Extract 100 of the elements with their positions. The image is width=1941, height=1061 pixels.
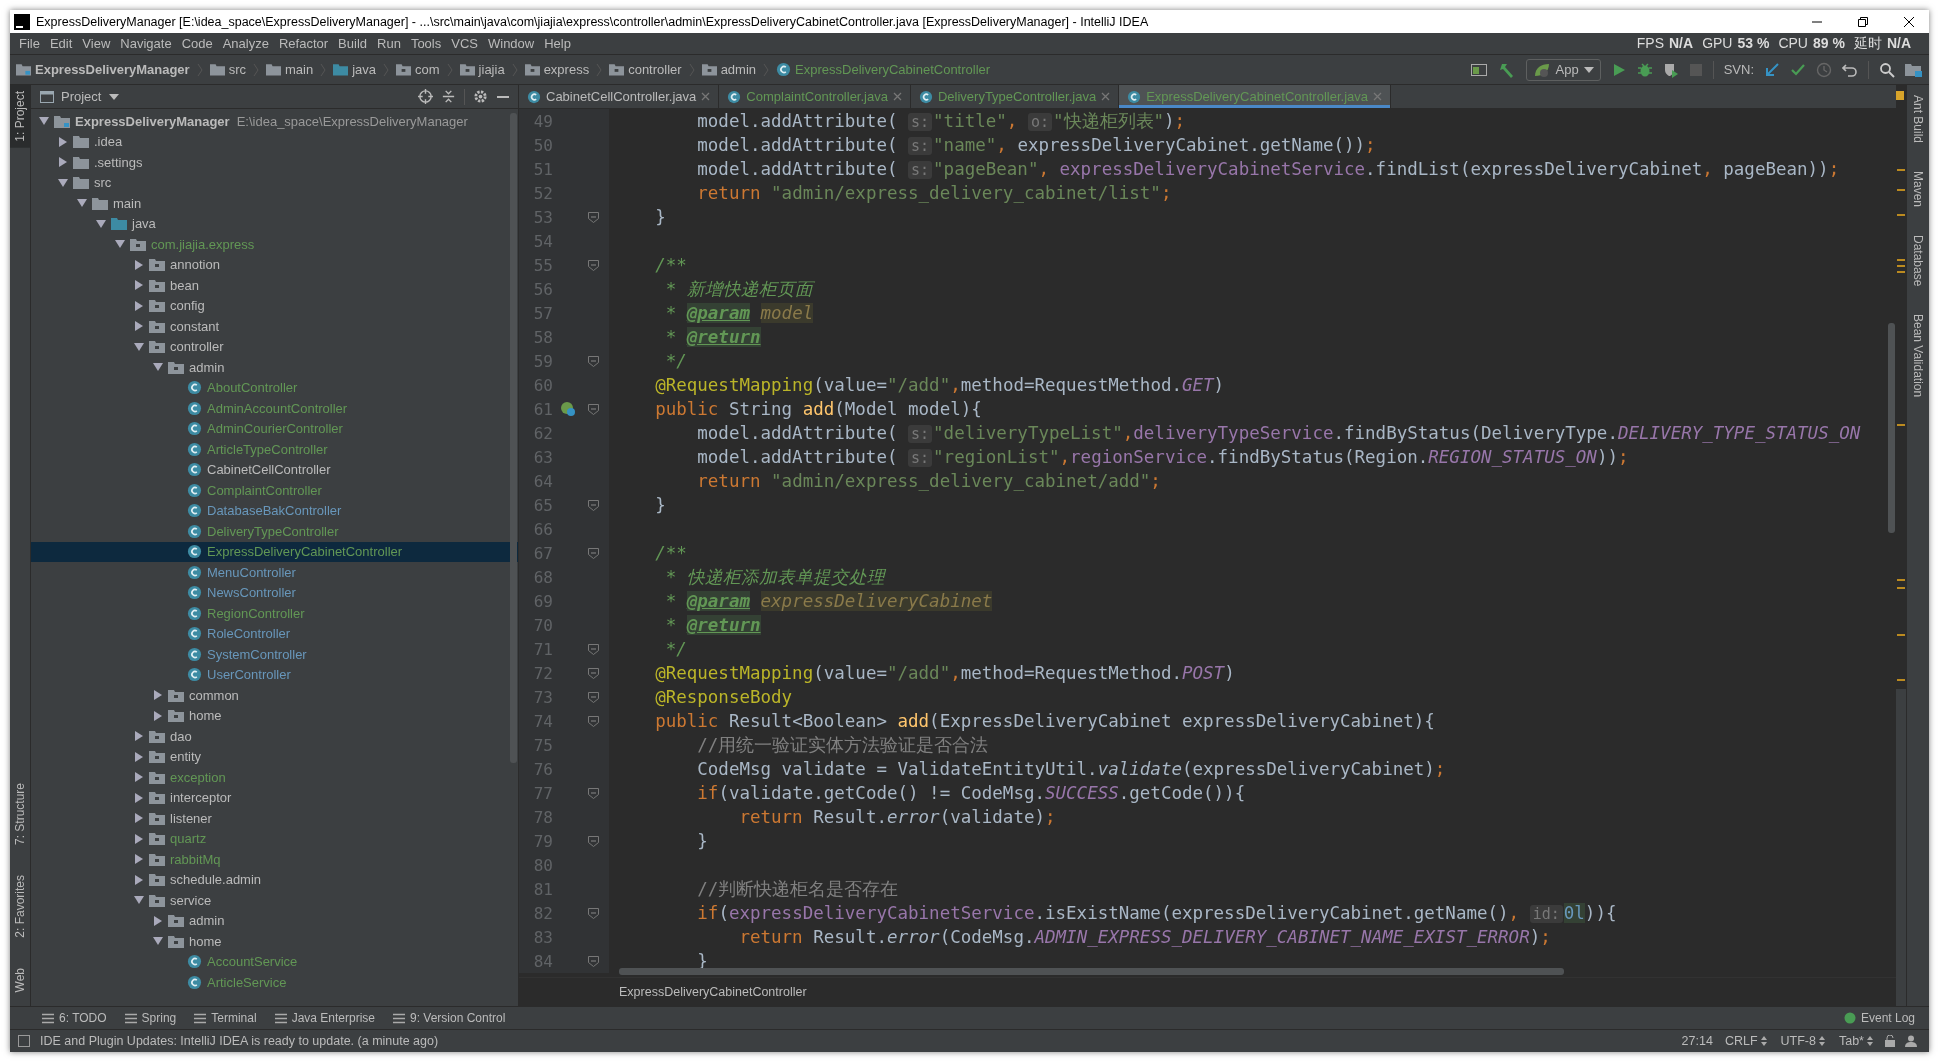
tree-item[interactable]: dao: [31, 726, 518, 747]
tree-item[interactable]: listener: [31, 808, 518, 829]
fold-icon[interactable]: [587, 211, 599, 223]
editor-breadcrumb[interactable]: ExpressDeliveryCabinetController: [619, 985, 807, 999]
expand-arrow-icon[interactable]: [134, 341, 144, 352]
expand-arrow-icon[interactable]: [58, 157, 68, 168]
tree-item[interactable]: DatabaseBakController: [31, 500, 518, 521]
fold-icon[interactable]: [587, 955, 599, 967]
tree-item[interactable]: interceptor: [31, 787, 518, 808]
breadcrumb-item[interactable]: com: [415, 62, 440, 77]
tree-item[interactable]: controller: [31, 336, 518, 357]
tree-item[interactable]: AccountService: [31, 951, 518, 972]
expand-arrow-icon[interactable]: [115, 239, 125, 250]
tree-item[interactable]: annotion: [31, 254, 518, 275]
fold-icon[interactable]: [587, 547, 599, 559]
tree-item[interactable]: DeliveryTypeController: [31, 521, 518, 542]
expand-arrow-icon[interactable]: [134, 813, 144, 824]
caret-position[interactable]: 27:14: [1681, 1034, 1713, 1048]
tree-item[interactable]: home: [31, 931, 518, 952]
panel-title[interactable]: Project: [61, 89, 102, 104]
expand-arrow-icon[interactable]: [134, 321, 144, 332]
expand-arrow-icon[interactable]: [153, 690, 163, 701]
menu-item[interactable]: Run: [372, 36, 406, 51]
breadcrumb-item[interactable]: jiajia: [478, 62, 505, 77]
tree-item[interactable]: exception: [31, 767, 518, 788]
bean-icon[interactable]: [560, 401, 576, 417]
expand-arrow-icon[interactable]: [134, 874, 144, 885]
tree-item[interactable]: rabbitMq: [31, 849, 518, 870]
tree-item[interactable]: MenuController: [31, 562, 518, 583]
menu-item[interactable]: File: [14, 36, 45, 51]
undo-icon[interactable]: [1842, 61, 1858, 78]
tool-window-button[interactable]: 2: Favorites: [10, 868, 30, 944]
fold-icon[interactable]: [587, 907, 599, 919]
tree-item[interactable]: RoleController: [31, 623, 518, 644]
menu-item[interactable]: Window: [482, 36, 540, 51]
update-arrow-icon[interactable]: [1764, 61, 1780, 78]
expand-arrow-icon[interactable]: [134, 854, 144, 865]
tool-window-button[interactable]: Bean Validation: [1907, 310, 1929, 402]
scrollbar[interactable]: [510, 113, 517, 763]
tree-item[interactable]: home: [31, 705, 518, 726]
menu-item[interactable]: Tools: [405, 36, 447, 51]
indent-selector[interactable]: Tab*: [1836, 1034, 1875, 1048]
fold-icon[interactable]: [587, 691, 599, 703]
encoding-selector[interactable]: UTF-8: [1778, 1034, 1827, 1048]
tree-item[interactable]: common: [31, 685, 518, 706]
expand-arrow-icon[interactable]: [58, 136, 68, 147]
expand-arrow-icon[interactable]: [134, 772, 144, 783]
expand-arrow-icon[interactable]: [134, 833, 144, 844]
fold-icon[interactable]: [587, 667, 599, 679]
run-config-dropdown[interactable]: App: [1525, 58, 1601, 81]
tree-item[interactable]: .idea: [31, 131, 518, 152]
expand-arrow-icon[interactable]: [58, 177, 68, 188]
tree-item[interactable]: src: [31, 172, 518, 193]
search-icon[interactable]: [1879, 61, 1895, 78]
menu-item[interactable]: View: [77, 36, 116, 51]
expand-arrow-icon[interactable]: [153, 362, 163, 373]
fold-icon[interactable]: [587, 787, 599, 799]
tree-item[interactable]: .settings: [31, 152, 518, 173]
target-icon[interactable]: [418, 89, 433, 104]
expand-arrow-icon[interactable]: [134, 731, 144, 742]
tree-item[interactable]: com.jiajia.express: [31, 234, 518, 255]
tree-item[interactable]: entity: [31, 746, 518, 767]
menu-item[interactable]: Help: [539, 36, 576, 51]
tree-item[interactable]: ExpressDeliveryManager E:\idea_space\ExpressDeliveryManager: [31, 111, 518, 132]
breadcrumb-item[interactable]: java: [352, 62, 377, 77]
tool-window-button[interactable]: 7: Structure: [10, 776, 30, 851]
lock-icon[interactable]: [1885, 1035, 1895, 1047]
tree-item[interactable]: admin: [31, 910, 518, 931]
fold-icon[interactable]: [587, 259, 599, 271]
tree-item[interactable]: service: [31, 890, 518, 911]
expand-arrow-icon[interactable]: [134, 280, 144, 291]
expand-arrow-icon[interactable]: [39, 116, 49, 127]
menu-item[interactable]: Refactor: [273, 36, 334, 51]
expand-arrow-icon[interactable]: [96, 218, 106, 229]
tree-item[interactable]: NewsController: [31, 582, 518, 603]
menu-item[interactable]: Code: [176, 36, 218, 51]
tree-item[interactable]: bean: [31, 275, 518, 296]
fold-icon[interactable]: [587, 643, 599, 655]
menu-item[interactable]: Edit: [44, 36, 78, 51]
restore-icon[interactable]: [1857, 15, 1869, 28]
tree-item[interactable]: SystemController: [31, 644, 518, 665]
tree-item[interactable]: ArticleService: [31, 972, 518, 993]
fold-icon[interactable]: [587, 403, 599, 415]
menu-item[interactable]: VCS: [446, 36, 483, 51]
breadcrumb-item[interactable]: controller: [628, 62, 682, 77]
tree-item[interactable]: constant: [31, 316, 518, 337]
tool-window-button[interactable]: 9: Version Control: [387, 1011, 512, 1025]
menu-item[interactable]: Navigate: [115, 36, 177, 51]
caret-icon[interactable]: [109, 93, 120, 100]
breadcrumb-item[interactable]: ExpressDeliveryManager: [35, 62, 190, 77]
tree-item[interactable]: CabinetCellController: [31, 459, 518, 480]
expand-arrow-icon[interactable]: [134, 751, 144, 762]
editor-tab[interactable]: ComplaintController.java: [719, 85, 911, 108]
breadcrumb-item[interactable]: admin: [720, 62, 757, 77]
tree-item[interactable]: quartz: [31, 828, 518, 849]
menu-item[interactable]: Analyze: [217, 36, 274, 51]
tree-item[interactable]: ComplaintController: [31, 480, 518, 501]
scrollbar[interactable]: [1888, 323, 1895, 533]
tool-window-button[interactable]: 1: Project: [10, 85, 30, 148]
tool-window-button[interactable]: Spring: [118, 1011, 183, 1025]
